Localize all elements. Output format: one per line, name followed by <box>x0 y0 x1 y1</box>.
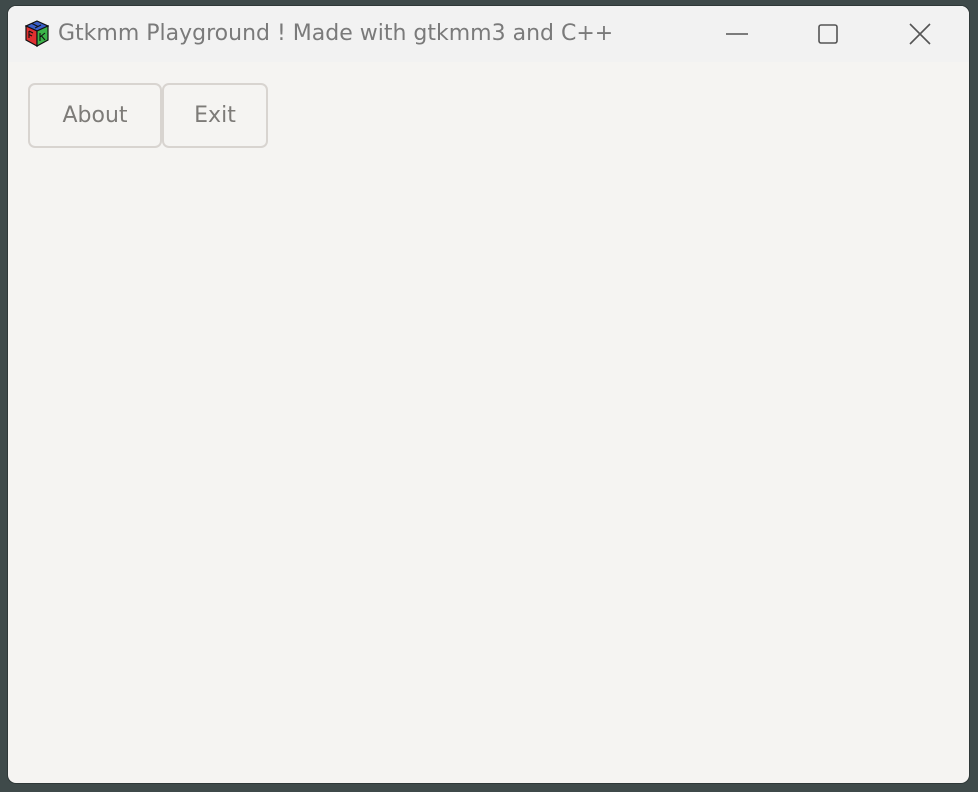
maximize-button[interactable] <box>782 6 874 62</box>
about-button[interactable]: About <box>28 83 162 148</box>
app-window: Gtkmm Playground ! Made with gtkmm3 and … <box>8 6 969 783</box>
maximize-icon <box>817 23 839 45</box>
about-button-label: About <box>62 103 128 128</box>
title-bar[interactable]: Gtkmm Playground ! Made with gtkmm3 and … <box>8 6 969 62</box>
close-button[interactable] <box>874 6 966 62</box>
exit-button-label: Exit <box>194 103 236 128</box>
window-title: Gtkmm Playground ! Made with gtkmm3 and … <box>58 21 614 46</box>
close-icon <box>909 23 931 45</box>
minimize-button[interactable] <box>691 6 783 62</box>
gtk-cube-icon <box>24 20 50 48</box>
main-content: About Exit <box>8 62 969 783</box>
minimize-icon <box>726 23 748 45</box>
exit-button[interactable]: Exit <box>162 83 268 148</box>
